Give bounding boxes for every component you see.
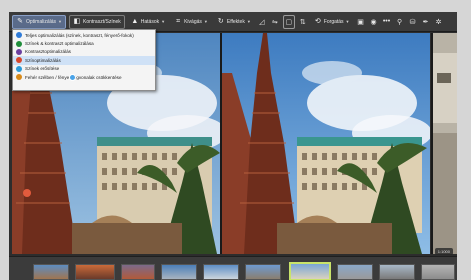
menu-item-color-optimization[interactable]: Színoptimalizálás — [13, 56, 155, 65]
rotate-icon: ↻ — [217, 17, 224, 25]
zoom-indicator: 1:1000 — [434, 248, 453, 255]
chevron-down-icon: ▼ — [203, 19, 208, 24]
chevron-down-icon: ▼ — [161, 19, 166, 24]
flip-icon[interactable]: ⇅ — [298, 16, 308, 28]
effects-label: Effektek — [226, 18, 245, 25]
filmstrip-thumbnail[interactable] — [33, 264, 69, 280]
photo-editor-window: ✎ Optimalizálás ▼ ◧ Kontraszt/Színek ▲ H… — [9, 12, 457, 280]
optimize-label: Optimalizálás — [26, 18, 57, 25]
full-optimization-icon — [16, 32, 22, 39]
color-optimization-icon — [16, 57, 22, 64]
sharpen-button[interactable]: ▲ Hatások ▼ — [128, 15, 168, 29]
menu-item-label: Színoptimalizálás — [25, 57, 61, 63]
color-contrast-icon — [16, 40, 22, 47]
mouse-cursor-icon — [69, 74, 76, 81]
filmstrip-thumbnail-selected[interactable] — [289, 262, 331, 280]
contrast-label: Kontraszt/Színek — [82, 18, 121, 25]
menu-item-color-contrast[interactable]: Színek & kontraszt optimalizálása — [13, 39, 155, 47]
screenshot-frame: ✎ Optimalizálás ▼ ◧ Kontraszt/Színek ▲ H… — [0, 0, 471, 280]
menu-item-full-optimization[interactable]: Teljes optimalizálás (színek, kontraszt,… — [13, 31, 155, 39]
paris-las-vegas-photo-preview — [222, 33, 430, 254]
menu-item-label: Színek & kontraszt optimalizálása — [25, 41, 94, 47]
fringe-reduction-icon — [16, 74, 22, 81]
side-strip-image — [433, 33, 457, 254]
filmstrip-thumbnail[interactable] — [203, 264, 239, 280]
pen-icon[interactable]: ✒ — [421, 16, 431, 28]
rotate-arrow-icon: ⟲ — [314, 17, 321, 25]
rotate-button[interactable]: ⟲ Forgatás ▼ — [311, 15, 353, 29]
filmstrip-thumbnail[interactable] — [75, 264, 115, 280]
contrast-icon: ◧ — [73, 17, 81, 25]
menu-item-color-boost[interactable]: Színek erősítése — [13, 65, 155, 73]
bucket-icon[interactable]: ⛁ — [408, 16, 418, 28]
filmstrip-thumbnail[interactable] — [245, 264, 281, 280]
contrast-colors-button[interactable]: ◧ Kontraszt/Színek — [68, 14, 125, 29]
side-panel-strip — [433, 33, 457, 254]
filmstrip: 1:1000 — [9, 248, 457, 280]
filmstrip-thumbnail[interactable] — [379, 264, 415, 280]
rotate-label: Forgatás — [323, 18, 344, 25]
eye-icon[interactable]: ◉ — [369, 16, 379, 28]
image-adjust-icon[interactable]: ▣ — [356, 16, 366, 28]
crop-button[interactable]: ⌗ Kivágás ▼ — [171, 15, 211, 29]
optimize-dropdown-menu: Teljes optimalizálás (színek, kontraszt,… — [12, 29, 156, 91]
wand-icon: ✎ — [17, 17, 23, 25]
menu-item-label: Teljes optimalizálás (színek, kontraszt,… — [25, 32, 134, 38]
chevron-down-icon: ▼ — [58, 19, 62, 24]
filmstrip-thumbnail[interactable] — [121, 264, 155, 280]
crop-icon: ⌗ — [176, 17, 181, 25]
dots-icon[interactable]: ••• — [382, 16, 392, 28]
chevron-down-icon: ▼ — [345, 19, 350, 24]
optimize-button[interactable]: ✎ Optimalizálás ▼ — [12, 14, 66, 29]
select-icon[interactable]: ▢ — [282, 14, 295, 29]
menu-item-contrast[interactable]: Kontrasztoptimalizálás — [13, 48, 155, 56]
crop-label: Kivágás — [184, 18, 202, 25]
sharpen-icon: ▲ — [131, 17, 139, 25]
filmstrip-thumbnail[interactable] — [337, 264, 373, 280]
preview-image-pane[interactable] — [222, 33, 430, 254]
menu-item-label: Színek erősítése — [25, 66, 60, 72]
color-boost-icon — [16, 65, 22, 72]
stamp-icon[interactable]: ⚲ — [395, 16, 405, 28]
mirror-icon[interactable]: ⇋ — [270, 16, 280, 28]
menu-item-fringe-reduction[interactable]: Fehér szélben / fényességvonalak csökken… — [13, 73, 155, 81]
contrast-optimization-icon — [16, 48, 22, 55]
chevron-down-icon: ▼ — [246, 19, 251, 24]
filmstrip-thumbnail[interactable] — [161, 264, 197, 280]
straighten-icon[interactable]: ◿ — [257, 16, 267, 28]
sharpen-label: Hatások — [140, 18, 160, 25]
filmstrip-thumbnail[interactable] — [421, 264, 455, 280]
menu-item-label: Kontrasztoptimalizálás — [25, 49, 71, 55]
settings-icon[interactable]: ✲ — [434, 16, 444, 28]
effects-button[interactable]: ↻ Effektek ▼ — [214, 15, 254, 29]
